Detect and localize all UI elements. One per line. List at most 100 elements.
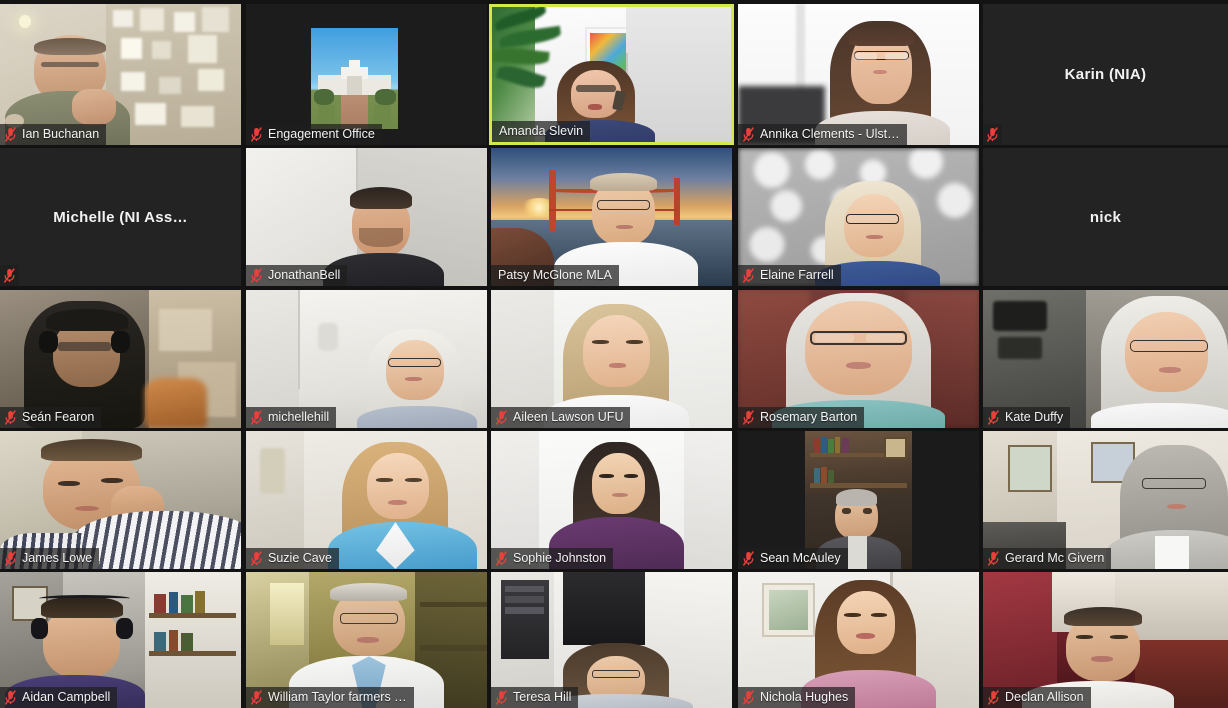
mic-muted-icon (4, 127, 16, 142)
participant-tile[interactable]: Engagement Office (246, 4, 487, 145)
participant-name: Rosemary Barton (760, 410, 858, 424)
participant-name-badge (983, 124, 1002, 145)
participant-name: Elaine Farrell (760, 268, 834, 282)
participant-tile[interactable]: Ian Buchanan (0, 4, 241, 145)
mic-muted-icon (742, 551, 754, 566)
participant-tile[interactable]: James Lowe (0, 431, 241, 569)
camera-off-placeholder: Karin (NIA) (983, 4, 1228, 145)
participant-name: James Lowe (22, 551, 93, 565)
participant-name-badge: Annika Clements - Ulst… (738, 124, 907, 145)
participant-tile[interactable]: Aileen Lawson UFU (491, 290, 732, 428)
participant-name: William Taylor farmers … (268, 690, 407, 704)
participant-name: JonathanBell (268, 268, 341, 282)
participant-tile[interactable]: Kate Duffy (983, 290, 1228, 428)
mic-muted-icon (250, 127, 262, 142)
mic-muted-icon (495, 551, 507, 566)
mic-muted-icon (987, 551, 999, 566)
camera-off-placeholder: Michelle (NI Ass… (0, 148, 241, 286)
participant-name: Amanda Slevin (499, 124, 584, 138)
participant-tile[interactable]: Rosemary Barton (738, 290, 979, 428)
participant-name-badge: Patsy McGlone MLA (491, 265, 619, 286)
participant-name-badge: Sean McAuley (738, 548, 848, 569)
participant-tile[interactable]: Aidan Campbell (0, 572, 241, 708)
mic-muted-icon (250, 268, 262, 283)
camera-off-placeholder: nick (983, 148, 1228, 286)
participant-name-badge: James Lowe (0, 548, 100, 569)
participant-name-badge: JonathanBell (246, 265, 348, 286)
participant-name-badge: Elaine Farrell (738, 265, 841, 286)
participant-tile[interactable]: Seán Fearon (0, 290, 241, 428)
participant-tile[interactable]: JonathanBell (246, 148, 487, 286)
mic-muted-icon (986, 127, 998, 142)
participant-name-badge: Engagement Office (246, 124, 382, 145)
mic-muted-icon (4, 551, 16, 566)
participant-name-badge: William Taylor farmers … (246, 687, 414, 708)
participant-name-badge: Rosemary Barton (738, 407, 865, 428)
participant-tile[interactable]: Declan Allison (983, 572, 1228, 708)
mic-muted-icon (3, 268, 15, 283)
participant-tile[interactable]: Sophie Johnston (491, 431, 732, 569)
participant-name: Gerard Mc Givern (1005, 551, 1105, 565)
participant-name: Sean McAuley (760, 551, 841, 565)
participant-tile[interactable]: Gerard Mc Givern (983, 431, 1228, 569)
participant-name: Michelle (NI Ass… (53, 208, 188, 226)
participant-name: Nichola Hughes (760, 690, 849, 704)
mic-muted-icon (742, 127, 754, 142)
participant-name: Seán Fearon (22, 410, 95, 424)
participant-name: nick (1089, 208, 1122, 226)
participant-name: Aileen Lawson UFU (513, 410, 624, 424)
mic-muted-icon (495, 690, 507, 705)
participant-name-badge: Kate Duffy (983, 407, 1071, 428)
participant-name-badge: Aileen Lawson UFU (491, 407, 631, 428)
participant-tile[interactable]: Suzie Cave (246, 431, 487, 569)
participant-name: Annika Clements - Ulst… (760, 127, 900, 141)
participant-tile[interactable]: nick (983, 148, 1228, 286)
participant-name: Suzie Cave (268, 551, 332, 565)
participant-tile[interactable]: michellehill (246, 290, 487, 428)
participant-name: Sophie Johnston (513, 551, 607, 565)
participant-tile[interactable]: William Taylor farmers … (246, 572, 487, 708)
participant-name-badge: Nichola Hughes (738, 687, 856, 708)
mic-muted-icon (495, 410, 507, 425)
participant-name-badge: Suzie Cave (246, 548, 339, 569)
mic-muted-icon (4, 410, 16, 425)
mic-muted-icon (250, 551, 262, 566)
mic-muted-icon (742, 268, 754, 283)
participant-tile[interactable]: Patsy McGlone MLA (491, 148, 732, 286)
participant-name-badge: Ian Buchanan (0, 124, 107, 145)
participant-name: Patsy McGlone MLA (498, 268, 612, 282)
participant-tile[interactable]: Michelle (NI Ass… (0, 148, 241, 286)
mic-muted-icon (742, 410, 754, 425)
participant-name: Declan Allison (1005, 690, 1084, 704)
participant-name: Aidan Campbell (22, 690, 111, 704)
participant-name-badge: Declan Allison (983, 687, 1091, 708)
participant-name-badge: Sophie Johnston (491, 548, 614, 569)
participant-tile[interactable]: Elaine Farrell (738, 148, 979, 286)
mic-muted-icon (987, 690, 999, 705)
participant-tile[interactable]: Nichola Hughes (738, 572, 979, 708)
participant-name-badge: Gerard Mc Givern (983, 548, 1112, 569)
participant-tile[interactable]: Sean McAuley (738, 431, 979, 569)
mic-muted-icon (4, 690, 16, 705)
participant-name: Karin (NIA) (1064, 66, 1147, 83)
participant-name: Kate Duffy (1005, 410, 1064, 424)
participant-name: Engagement Office (268, 127, 375, 141)
mic-muted-icon (250, 690, 262, 705)
mic-muted-icon (987, 410, 999, 425)
participant-name-badge: michellehill (246, 407, 337, 428)
participant-name-badge: Seán Fearon (0, 407, 102, 428)
participant-name: Ian Buchanan (22, 127, 100, 141)
mic-muted-icon (742, 690, 754, 705)
participant-name: Teresa Hill (513, 690, 572, 704)
participant-name-badge: Teresa Hill (491, 687, 579, 708)
participant-tile[interactable]: Karin (NIA) (983, 4, 1228, 145)
participant-tile-active-speaker[interactable]: Amanda Slevin (489, 4, 734, 145)
participant-tile[interactable]: Annika Clements - Ulst… (738, 4, 979, 145)
mic-muted-icon (250, 410, 262, 425)
participant-name-badge: Aidan Campbell (0, 687, 118, 708)
participant-name-badge (0, 265, 19, 286)
zoom-gallery-view: Ian Buchanan Engagement Office Amanda Sl… (0, 0, 1228, 708)
participant-name: michellehill (268, 410, 330, 424)
participant-name-badge: Amanda Slevin (492, 121, 591, 142)
participant-tile[interactable]: Teresa Hill (491, 572, 732, 708)
